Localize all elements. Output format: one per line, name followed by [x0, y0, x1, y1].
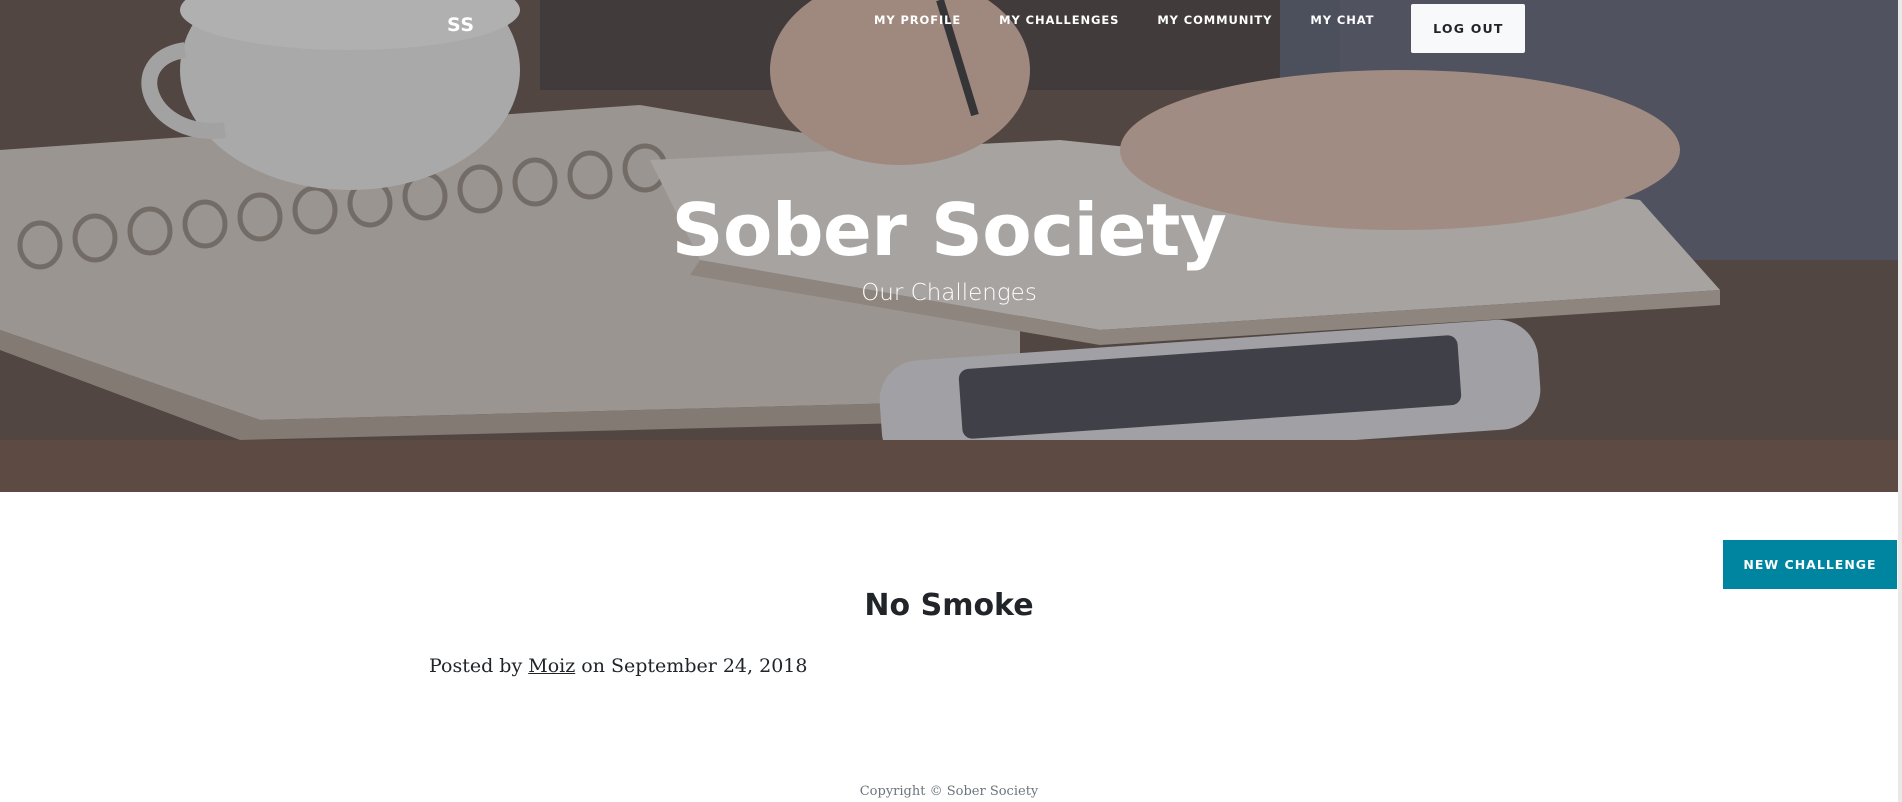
copyright-text: Copyright © Sober Society: [859, 784, 1039, 799]
author-link[interactable]: Moiz: [528, 655, 575, 677]
page: SS My Profile My Challenges My Community…: [0, 0, 1902, 802]
site-subtitle: Our Challenges: [861, 280, 1037, 306]
masthead: SS My Profile My Challenges My Community…: [0, 0, 1898, 492]
nav-link-my-challenges[interactable]: My Challenges: [999, 13, 1119, 27]
post-meta: Posted by Moiz on September 24, 2018: [429, 652, 807, 680]
main-nav: My Profile My Challenges My Community My…: [874, 0, 1526, 53]
post-meta-prefix: Posted by: [429, 655, 523, 677]
site-title: Sober Society: [671, 188, 1227, 272]
post-date: September 24, 2018: [611, 655, 808, 677]
challenge-title[interactable]: No Smoke: [0, 584, 1898, 628]
nav-link-my-chat[interactable]: My Chat: [1310, 13, 1374, 27]
nav-link-my-community[interactable]: My Community: [1157, 13, 1272, 27]
page-scrollbar[interactable]: [1898, 0, 1902, 802]
nav-link-my-profile[interactable]: My Profile: [874, 13, 961, 27]
logout-button[interactable]: Log Out: [1411, 3, 1526, 53]
new-challenge-button[interactable]: New Challenge: [1723, 540, 1897, 589]
brand-logo-link[interactable]: SS: [447, 14, 475, 36]
post-meta-mid: on: [581, 655, 605, 677]
